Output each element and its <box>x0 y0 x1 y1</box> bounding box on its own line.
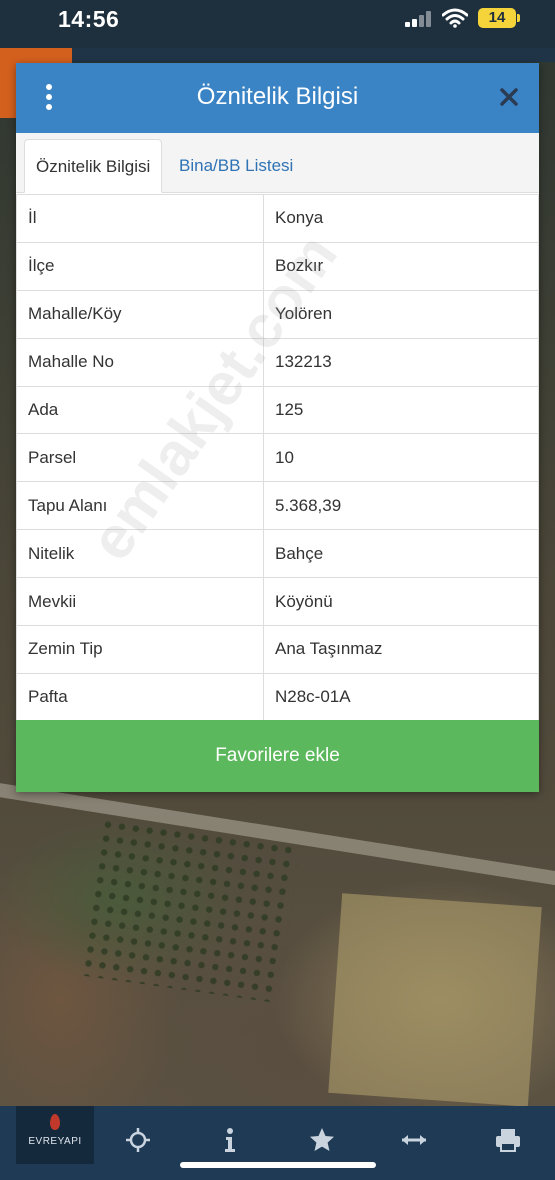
dialog-header: Öznitelik Bilgisi <box>16 63 539 133</box>
attribute-value: Köyönü <box>263 577 539 627</box>
table-row: Nitelik Bahçe <box>16 529 539 579</box>
attribute-value: N28c-01A <box>263 672 539 722</box>
table-row: Zemin Tip Ana Taşınmaz <box>16 625 539 674</box>
wifi-icon <box>442 8 468 28</box>
app-top-bar <box>0 48 555 62</box>
attribute-value: Konya <box>263 194 539 243</box>
attribute-key: Nitelik <box>16 529 264 579</box>
attribute-key: Tapu Alanı <box>16 481 264 531</box>
table-row: Pafta N28c-01A <box>16 672 539 722</box>
table-row: Tapu Alanı 5.368,39 <box>16 481 539 531</box>
attribute-value: 132213 <box>263 337 539 387</box>
print-icon[interactable] <box>494 1126 522 1154</box>
table-row: Mahalle/Köy Yolören <box>16 289 539 339</box>
attribute-value: 10 <box>263 433 539 483</box>
attribute-key: Ada <box>16 385 264 435</box>
tab-building-list[interactable]: Bina/BB Listesi <box>168 139 304 193</box>
logo-mark <box>50 1114 60 1130</box>
attribute-value: 5.368,39 <box>263 481 539 531</box>
table-row: Mevkii Köyönü <box>16 577 539 627</box>
attribute-key: Mahalle/Köy <box>16 289 264 339</box>
table-row: İlçe Bozkır <box>16 241 539 291</box>
table-row: Mahalle No 132213 <box>16 337 539 387</box>
battery-icon: 14 <box>478 8 520 28</box>
home-indicator[interactable] <box>180 1162 376 1168</box>
table-row: İl Konya <box>16 194 539 243</box>
attribute-dialog: Öznitelik Bilgisi Öznitelik Bilgisi Bina… <box>16 63 539 792</box>
table-row: Parsel 10 <box>16 433 539 483</box>
tab-bar: Öznitelik Bilgisi Bina/BB Listesi <box>16 133 539 193</box>
attribute-table: İl Konya İlçe Bozkır Mahalle/Köy Yolören Mahal… <box>16 194 539 722</box>
table-row: Ada 125 <box>16 385 539 435</box>
attribute-value: 125 <box>263 385 539 435</box>
add-favorite-button[interactable]: Favorilere ekle <box>16 720 539 792</box>
close-icon[interactable] <box>497 85 521 109</box>
info-icon[interactable] <box>216 1126 244 1154</box>
attribute-key: Mevkii <box>16 577 264 627</box>
evreyapi-logo[interactable]: EVREYAPI <box>16 1106 94 1164</box>
tab-attribute-info[interactable]: Öznitelik Bilgisi <box>24 139 163 193</box>
attribute-key: Zemin Tip <box>16 625 264 674</box>
bottom-toolbar: EVREYAPI <box>0 1106 555 1180</box>
measure-icon[interactable] <box>400 1126 428 1154</box>
attribute-value: Bozkır <box>263 241 539 291</box>
map-orchard <box>79 816 301 1004</box>
star-icon[interactable] <box>308 1126 336 1154</box>
attribute-key: İl <box>16 194 264 243</box>
battery-level: 14 <box>488 9 506 26</box>
dialog-title: Öznitelik Bilgisi <box>196 83 359 110</box>
attribute-value: Yolören <box>263 289 539 339</box>
attribute-key: Parsel <box>16 433 264 483</box>
status-bar: 14:56 14 <box>0 0 555 48</box>
attribute-key: Mahalle No <box>16 337 264 387</box>
map-field <box>328 893 542 1107</box>
crosshair-icon[interactable] <box>124 1126 152 1154</box>
attribute-key: İlçe <box>16 241 264 291</box>
status-time: 14:56 <box>58 6 120 32</box>
attribute-value: Bahçe <box>263 529 539 579</box>
signal-icon <box>405 11 433 27</box>
logo-text: EVREYAPI <box>28 1136 82 1147</box>
attribute-value: Ana Taşınmaz <box>263 625 539 674</box>
attribute-key: Pafta <box>16 672 264 722</box>
